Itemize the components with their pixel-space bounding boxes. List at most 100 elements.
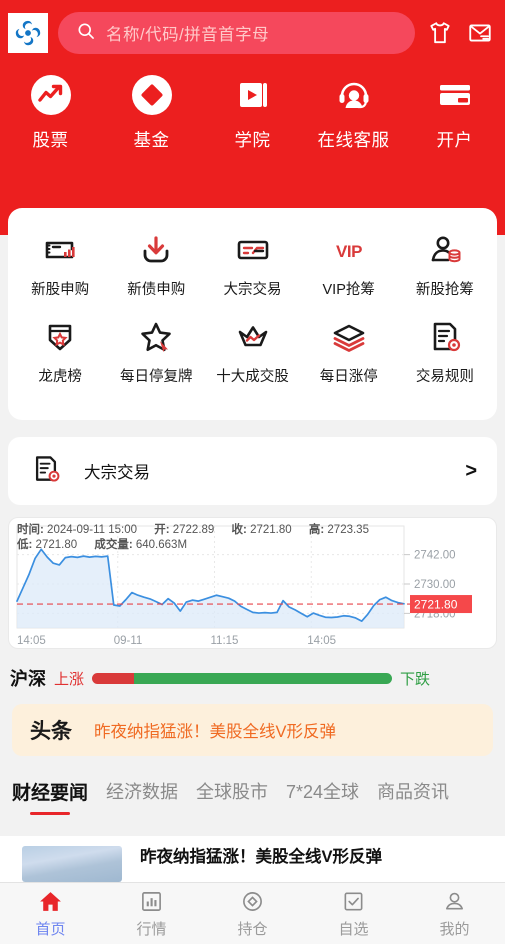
tab-finance-news[interactable]: 财经要闻 [12,778,88,815]
grid-item-top-ten-traded[interactable]: 十大成交股 [204,311,300,398]
vip-text-icon: VIP [329,230,369,270]
top-bar: 名称/代码/拼音首字母 [0,0,505,66]
trend-chart-circle-icon [28,72,74,118]
block-trade-row[interactable]: 大宗交易 > [8,437,497,505]
block-trade-title: 大宗交易 [84,464,150,482]
grid-item-new-stock-subscription[interactable]: 新股申购 [12,224,108,311]
grid-item-label: 新债申购 [127,282,186,298]
tab-label: 经济数据 [106,782,179,802]
active-tab-underline [30,811,70,815]
index-chart-card[interactable]: 时间: 2024-09-11 15:00 开: 2722.89 收: 2721.… [8,517,497,649]
search-placeholder: 名称/代码/拼音首字母 [106,26,270,44]
nav-item-positions[interactable]: 持仓 [202,883,303,944]
tab-label: 7*24全球 [286,782,360,802]
tab-commodity-news[interactable]: 商品资讯 [377,778,449,814]
grid-item-daily-suspension[interactable]: 每日停复牌 [108,311,204,398]
quick-nav-item-funds[interactable]: 基金 [101,72,202,152]
svg-text:11:15: 11:15 [211,635,239,647]
envelope-icon[interactable] [465,18,495,48]
layers-icon [329,317,369,357]
shield-star-icon [40,317,80,357]
headline-text[interactable]: 昨夜纳指猛涨！美股全线V形反弹 [94,718,336,742]
nav-item-home[interactable]: 首页 [0,883,101,944]
tab-label: 全球股市 [196,782,269,802]
grid-item-label: 大宗交易 [223,282,282,298]
breadth-track[interactable] [92,672,393,684]
svg-text:14:05: 14:05 [307,635,336,647]
decliners-label: 下跌 [400,670,431,688]
news-thumbnail [22,846,122,882]
grid-item-vip-grab[interactable]: VIP VIP抢筹 [301,224,397,311]
play-book-icon [230,72,276,118]
nav-label: 持仓 [237,921,268,938]
feature-grid-card: 新股申购 新债申购 大宗交易 VIP VIP抢筹 新股抢筹 龙虎榜 每日停复牌 … [8,208,497,420]
document-gear-icon [30,453,62,490]
list-item[interactable]: 昨夜纳指猛涨！美股全线V形反弹 [0,836,505,882]
grid-item-block-trade[interactable]: 大宗交易 [204,224,300,311]
quick-nav-label: 基金 [133,130,170,150]
headset-support-icon [331,72,377,118]
market-name: 沪深 [10,669,46,689]
grid-item-label: 新股申购 [31,282,90,298]
quick-nav: 股票 基金 学院 在线客服 开户 [0,66,505,152]
headline-banner[interactable]: 头条 昨夜纳指猛涨！美股全线V形反弹 [12,704,493,756]
download-arrow-icon [136,230,176,270]
user-icon [442,888,468,914]
headline-badge: 头条 [30,720,72,743]
checkbox-icon [341,888,367,914]
grid-item-new-stock-grab[interactable]: 新股抢筹 [397,224,493,311]
grid-item-label: 十大成交股 [216,369,289,385]
news-title: 昨夜纳指猛涨！美股全线V形反弹 [140,848,383,866]
target-diamond-icon [240,888,266,914]
chevron-right-icon[interactable]: > [465,460,477,483]
search-input[interactable]: 名称/代码/拼音首字母 [58,12,415,54]
quick-nav-item-stocks[interactable]: 股票 [0,72,101,152]
nav-label: 首页 [35,921,66,938]
quick-nav-label: 在线客服 [317,130,390,150]
tab-7x24-global[interactable]: 7*24全球 [286,778,359,814]
crown-trend-icon [233,317,273,357]
decliners-segment [134,672,393,684]
quick-nav-label: 开户 [436,130,473,150]
tab-economic-data[interactable]: 经济数据 [106,778,178,814]
advancers-label: 上涨 [54,670,85,688]
quick-nav-item-support[interactable]: 在线客服 [303,72,404,152]
grid-item-new-bond-subscription[interactable]: 新债申购 [108,224,204,311]
ticket-bars-icon [40,230,80,270]
grid-item-trading-rules[interactable]: 交易规则 [397,311,493,398]
news-tabs: 财经要闻 经济数据 全球股市 7*24全球 商品资讯 [12,778,505,824]
nav-item-watchlist[interactable]: 自选 [303,883,404,944]
app-screen: 名称/代码/拼音首字母 股票 基金 学院 在线客服 开户 新股申购 新债申购 大… [0,0,505,944]
nav-label: 我的 [439,921,470,938]
exchange-card-icon [233,230,273,270]
bar-chart-icon [139,888,165,914]
grid-item-label: 每日停复牌 [120,369,193,385]
tab-global-markets[interactable]: 全球股市 [196,778,268,814]
grid-item-label: VIP抢筹 [322,282,375,298]
tab-label: 商品资讯 [377,782,450,802]
quick-nav-label: 学院 [234,130,271,150]
svg-text:VIP: VIP [336,242,362,261]
feature-grid-row-1: 新股申购 新债申购 大宗交易 VIP VIP抢筹 新股抢筹 [12,224,493,311]
tshirt-icon[interactable] [425,18,455,48]
nav-item-profile[interactable]: 我的 [404,883,505,944]
bottom-nav: 首页 行情 持仓 自选 我的 [0,882,505,944]
grid-item-dragon-tiger-list[interactable]: 龙虎榜 [12,311,108,398]
index-line-chart: 2742.002730.002718.0014:05 09-11 11:15 14:0… [16,525,472,647]
home-icon [38,888,64,914]
quick-nav-item-academy[interactable]: 学院 [202,72,303,152]
svg-text:09-11: 09-11 [114,635,143,647]
tab-label: 财经要闻 [12,783,89,804]
nav-item-quotes[interactable]: 行情 [101,883,202,944]
grid-item-daily-limit-up[interactable]: 每日涨停 [301,311,397,398]
nav-label: 行情 [136,921,167,938]
quick-nav-item-openaccount[interactable]: 开户 [404,72,505,152]
svg-text:2721.80: 2721.80 [414,598,458,612]
header: 名称/代码/拼音首字母 股票 基金 学院 在线客服 开户 [0,0,505,235]
bank-card-icon [432,72,478,118]
market-breadth-bar: 沪深 上涨 下跌 [10,663,499,693]
grid-item-label: 每日涨停 [319,369,378,385]
diamond-circle-icon [129,72,175,118]
svg-text:14:05: 14:05 [17,635,46,647]
pinwheel-logo-icon[interactable] [8,13,48,53]
